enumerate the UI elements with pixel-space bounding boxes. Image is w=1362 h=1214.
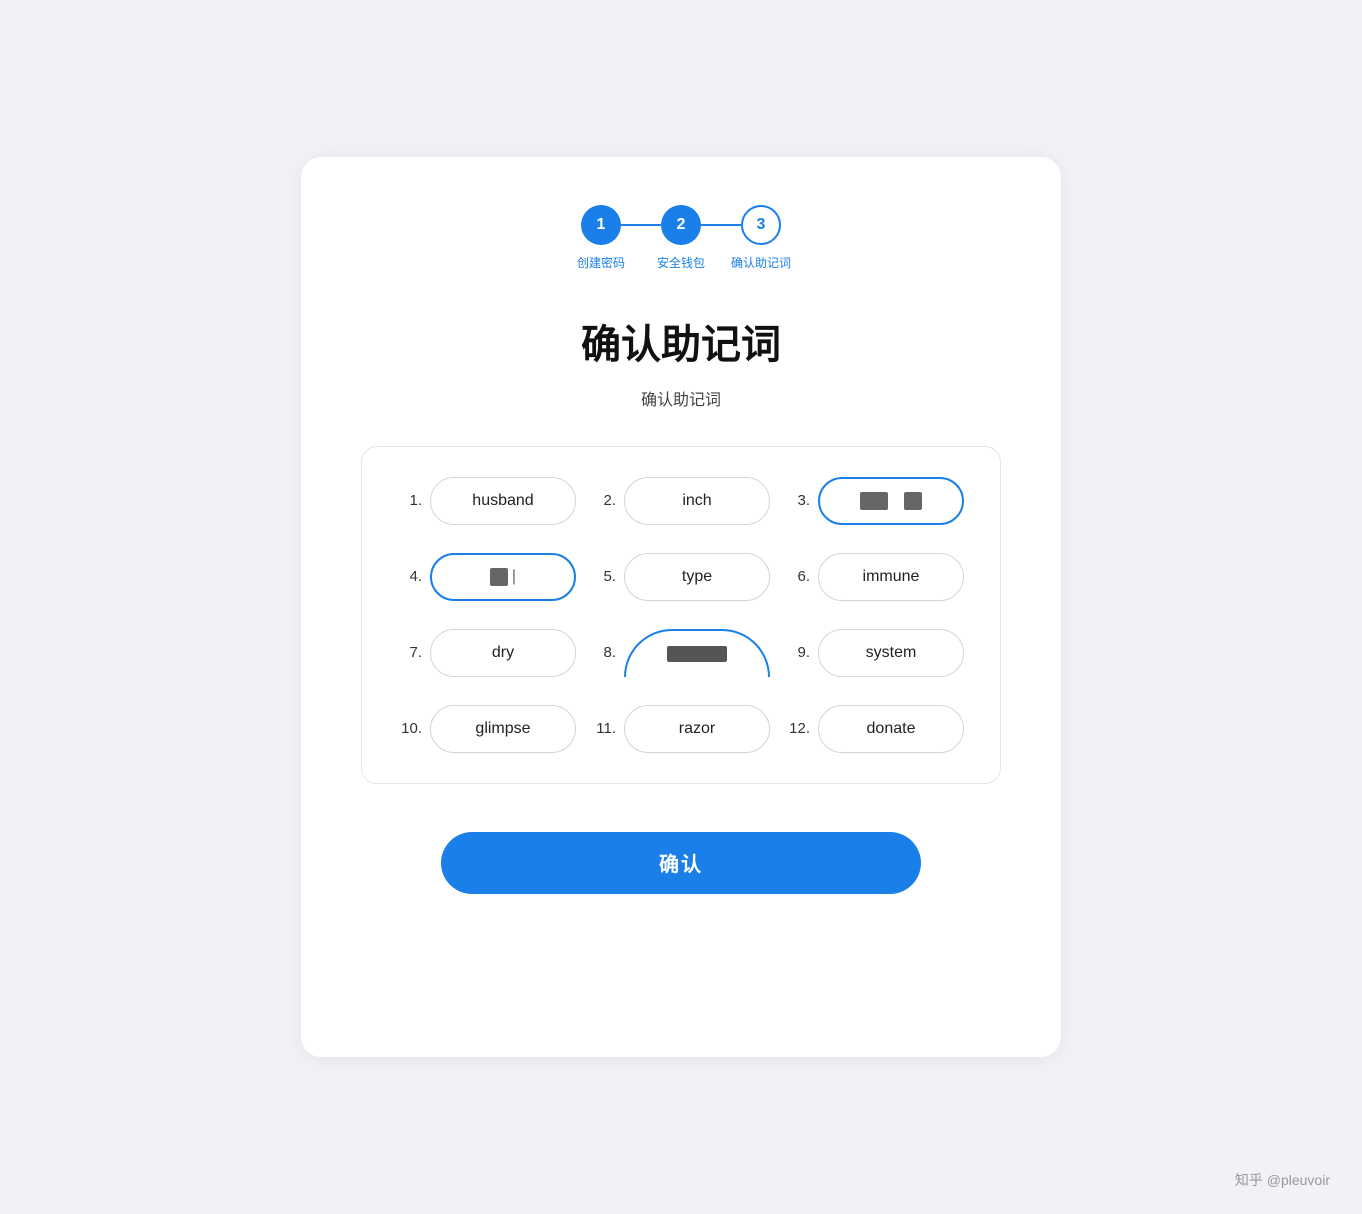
word-pill-5[interactable]: type [624,553,770,601]
word-number-9: 9. [786,644,810,661]
word-pill-7[interactable]: dry [430,629,576,677]
word-item-2: 2. inch [592,477,770,525]
word-pill-10[interactable]: glimpse [430,705,576,753]
step-line-2 [701,224,741,226]
word-pill-4[interactable] [430,553,576,601]
word-pill-6[interactable]: immune [818,553,964,601]
word-item-6: 6. immune [786,553,964,601]
word-pill-3[interactable] [818,477,964,525]
page-subtitle: 确认助记词 [641,386,721,410]
word-grid-container: 1. husband 2. inch 3. [361,446,1001,784]
word-number-8: 8. [592,644,616,661]
word-number-2: 2. [592,492,616,509]
word-item-11: 11. razor [592,705,770,753]
word-item-1: 1. husband [398,477,576,525]
word-number-12: 12. [786,720,810,737]
word-number-5: 5. [592,568,616,585]
steps-labels: 创建密码 安全钱包 确认助记词 [561,255,801,272]
confirm-button[interactable]: 确认 [441,832,921,894]
word-item-10: 10. glimpse [398,705,576,753]
word-item-5: 5. type [592,553,770,601]
word-item-3: 3. [786,477,964,525]
word-number-11: 11. [592,720,616,737]
word-pill-1[interactable]: husband [430,477,576,525]
word-item-12: 12. donate [786,705,964,753]
word-pill-9[interactable]: system [818,629,964,677]
page-title: 确认助记词 [581,312,781,370]
word-item-4: 4. [398,553,576,601]
word-number-4: 4. [398,568,422,585]
word-item-7: 7. dry [398,629,576,677]
word-pill-11[interactable]: razor [624,705,770,753]
word-number-10: 10. [398,720,422,737]
step-3-circle: 3 [741,205,781,245]
step-line-1 [621,224,661,226]
step-label-2: 安全钱包 [641,255,721,272]
word-pill-8[interactable] [624,629,770,677]
main-card: 1 2 3 创建密码 安全钱包 确认助记词 确认助记词 确认助记词 1. [301,157,1061,1057]
word-grid: 1. husband 2. inch 3. [398,477,964,753]
word-pill-12[interactable]: donate [818,705,964,753]
word-number-3: 3. [786,492,810,509]
word-item-8: 8. [592,629,770,677]
step-label-3: 确认助记词 [721,255,801,272]
redacted-block-3b [904,492,922,510]
redacted-block-8 [667,646,727,662]
step-label-1: 创建密码 [561,255,641,272]
redacted-block-3a [860,492,888,510]
watermark: 知乎 @pleuvoir [1235,1170,1330,1190]
steps-wrapper: 1 2 3 创建密码 安全钱包 确认助记词 [561,205,801,272]
word-number-6: 6. [786,568,810,585]
steps-row: 1 2 3 [581,205,781,245]
redacted-block-4 [490,568,508,586]
word-number-7: 7. [398,644,422,661]
word-number-1: 1. [398,492,422,509]
word-item-9: 9. system [786,629,964,677]
step-1-circle: 1 [581,205,621,245]
word-pill-2[interactable]: inch [624,477,770,525]
step-2-circle: 2 [661,205,701,245]
